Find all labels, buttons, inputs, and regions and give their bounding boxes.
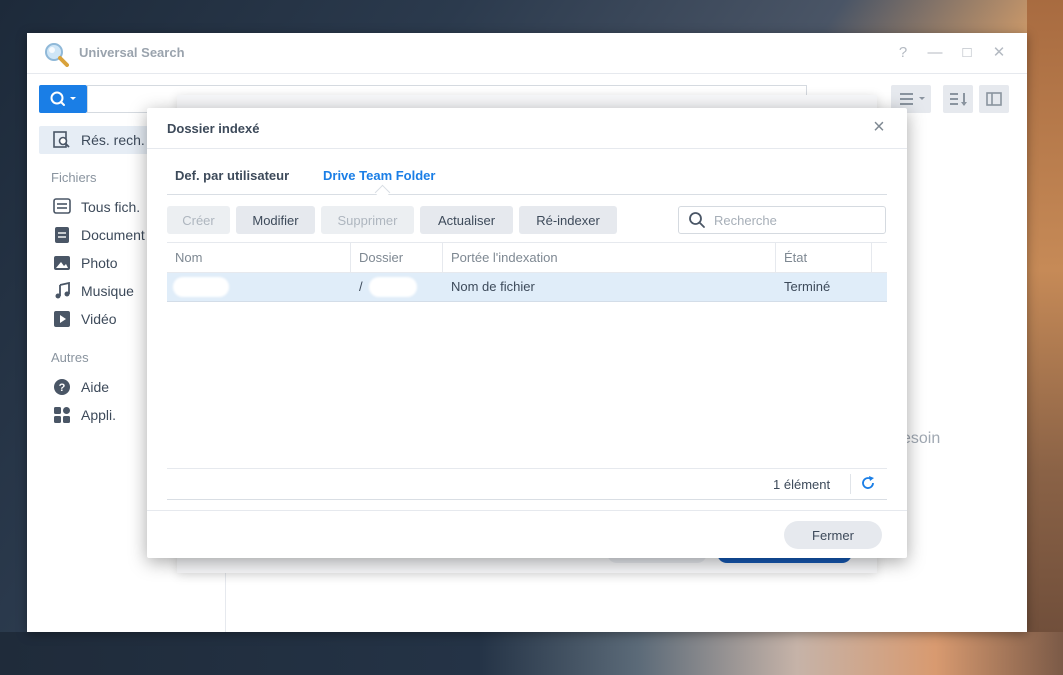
table-row[interactable]: / Nom de fichier Terminé: [167, 273, 887, 302]
svg-text:?: ?: [59, 382, 66, 394]
apps-grid-icon: [54, 407, 70, 423]
column-header-scope[interactable]: Portée l'indexation: [443, 243, 776, 272]
cell-name: [167, 273, 351, 301]
column-header-name[interactable]: Nom: [167, 243, 351, 272]
sidebar-item-label: Tous fich.: [81, 199, 141, 215]
search-type-button[interactable]: [39, 85, 87, 113]
app-title: Universal Search: [79, 45, 185, 60]
section-heading-files: Fichiers: [51, 170, 97, 185]
refresh-icon[interactable]: [859, 474, 877, 492]
photo-icon: [54, 256, 70, 270]
delete-button[interactable]: Supprimer: [321, 206, 414, 234]
indexed-folder-dialog: Dossier indexé × Def. par utilisateur Dr…: [147, 108, 907, 558]
table-header: Nom Dossier Portée l'indexation État: [167, 243, 887, 273]
sidebar-item-label: Aide: [81, 379, 110, 395]
redacted-mark: [173, 277, 229, 297]
sidebar-item-label: Appli.: [81, 407, 117, 423]
dialog-title: Dossier indexé: [167, 121, 260, 136]
magnifier-logo-icon: [45, 43, 69, 67]
panel-icon: [986, 92, 1002, 106]
dialog-header: Dossier indexé ×: [147, 108, 907, 149]
titlebar: Universal Search ? — □ ✕: [27, 33, 1027, 74]
search-icon: [50, 91, 76, 106]
video-icon: [54, 311, 70, 327]
minimize-icon[interactable]: —: [925, 43, 945, 63]
item-count: 1 élément: [773, 477, 831, 492]
help-icon[interactable]: ?: [893, 43, 913, 63]
column-header-folder[interactable]: Dossier: [351, 243, 443, 272]
table-footer: 1 élément: [167, 468, 887, 500]
sidebar-item-label: Musique: [81, 283, 134, 299]
all-files-icon: [53, 198, 71, 214]
help-circle-icon: ?: [54, 379, 70, 395]
dialog-search: [678, 206, 886, 234]
tab-bar: Def. par utilisateur Drive Team Folder: [167, 156, 887, 201]
music-note-icon: [55, 282, 70, 299]
maximize-icon[interactable]: □: [957, 43, 977, 63]
refresh-button[interactable]: Actualiser: [420, 206, 513, 234]
preview-panel-button[interactable]: [979, 85, 1009, 113]
indexed-folder-table: Nom Dossier Portée l'indexation État / N…: [167, 242, 887, 498]
sidebar-item-label: Document: [81, 227, 145, 243]
tab-drive-team-folder[interactable]: Drive Team Folder: [323, 168, 435, 183]
footer-divider: [850, 474, 851, 494]
background-hint-text: esoin: [902, 430, 941, 447]
search-results-icon: [53, 131, 70, 148]
search-icon: [689, 212, 705, 228]
cell-scope: Nom de fichier: [451, 279, 535, 294]
modify-button[interactable]: Modifier: [236, 206, 315, 234]
dialog-close-icon[interactable]: ×: [869, 117, 889, 137]
wallpaper: [1027, 0, 1063, 675]
redacted-mark: [369, 277, 417, 297]
close-button[interactable]: Fermer: [784, 521, 882, 549]
cell-folder: /: [351, 273, 443, 301]
dialog-footer: Fermer: [147, 510, 907, 559]
close-icon[interactable]: ✕: [989, 43, 1009, 63]
dialog-search-input[interactable]: [712, 211, 876, 229]
sort-icon: [950, 93, 967, 106]
active-tab-indicator: [374, 184, 391, 201]
reindex-button[interactable]: Ré-indexer: [519, 206, 617, 234]
sidebar-item-label: Photo: [81, 255, 118, 271]
tab-user-defined[interactable]: Def. par utilisateur: [175, 168, 289, 183]
sort-button[interactable]: [943, 85, 973, 113]
create-button[interactable]: Créer: [167, 206, 230, 234]
column-header-state[interactable]: État: [776, 243, 872, 272]
cell-state: Terminé: [784, 279, 831, 294]
document-icon: [55, 227, 69, 243]
wallpaper-bottom: [0, 632, 1063, 675]
section-heading-other: Autres: [51, 350, 89, 365]
sidebar-item-label: Rés. rech.: [81, 132, 145, 148]
sidebar-item-label: Vidéo: [81, 311, 117, 327]
